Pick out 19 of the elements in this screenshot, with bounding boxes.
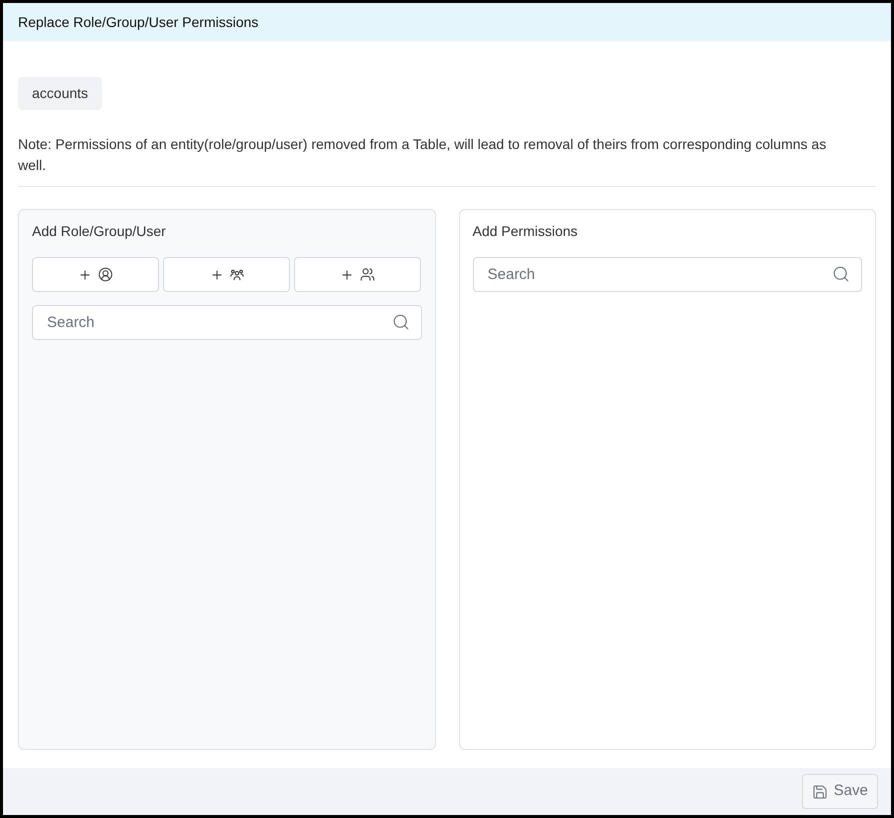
save-icon bbox=[812, 784, 828, 800]
users-icon bbox=[360, 267, 376, 282]
plus-icon bbox=[78, 268, 92, 282]
table-chip: accounts bbox=[18, 77, 102, 110]
panel-title: Add Permissions bbox=[472, 222, 579, 241]
add-entity-button[interactable] bbox=[163, 257, 290, 292]
add-entity-button[interactable] bbox=[294, 257, 422, 292]
search-icon bbox=[832, 265, 850, 283]
plus-icon bbox=[340, 268, 354, 282]
window-title: Replace Role/Group/User Permissions bbox=[18, 12, 258, 32]
note-text: Note: Permissions of an entity(role/group/user) removed from a Table, will lead to removal of theirs from corresponding columns as well. bbox=[18, 134, 876, 187]
group-icon bbox=[230, 268, 244, 282]
user-circle-icon bbox=[98, 267, 114, 282]
plus-icon bbox=[210, 268, 224, 282]
add-entity-button[interactable] bbox=[32, 257, 160, 292]
search-icon bbox=[392, 313, 410, 331]
search-field[interactable]: Search bbox=[472, 257, 862, 292]
search-field[interactable]: Search bbox=[32, 305, 422, 340]
panel-title: Add Role/Group/User bbox=[32, 222, 167, 241]
